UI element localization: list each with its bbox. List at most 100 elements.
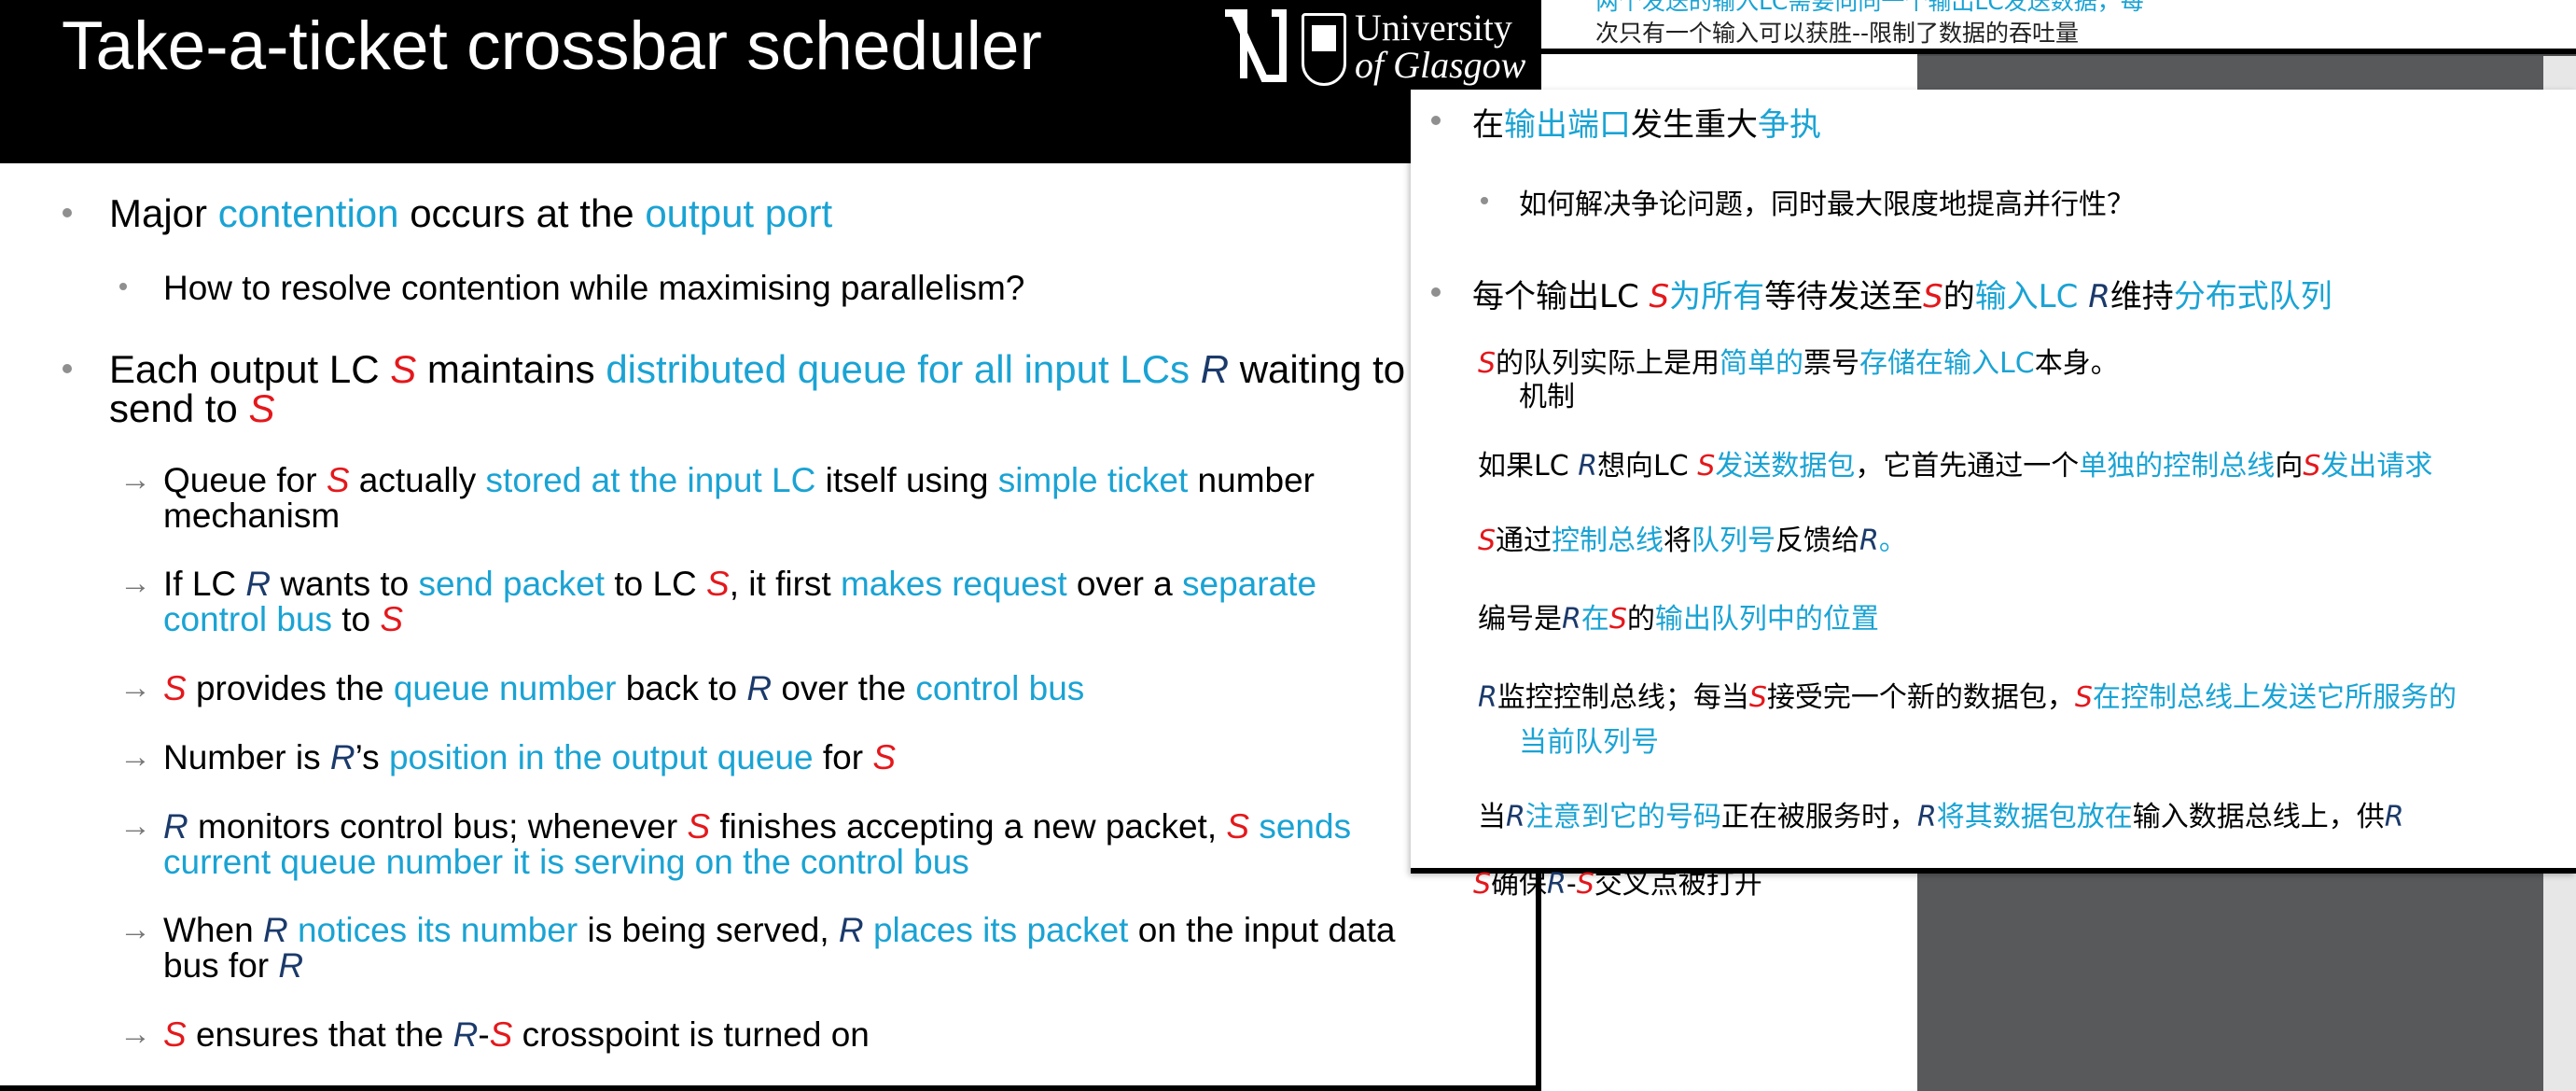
text-run: , it first bbox=[729, 565, 841, 603]
text-run: 想向LC bbox=[1597, 450, 1698, 483]
text-run: 将其数据包放在 bbox=[1936, 801, 2133, 833]
cn-bullet-3-cont: 机制 bbox=[1519, 373, 1575, 414]
text-run: 在 bbox=[1472, 106, 1504, 144]
bullet-s-provides: S provides the queue number back to R ov… bbox=[163, 669, 1084, 708]
var-s: S bbox=[163, 1015, 187, 1054]
text-run: 当 bbox=[1478, 801, 1506, 833]
var-r: R bbox=[453, 1015, 479, 1054]
var-s: S bbox=[687, 807, 711, 846]
text-run: mechanism bbox=[163, 497, 341, 535]
text-run: - bbox=[1566, 868, 1577, 901]
text-run: 交叉点被打开 bbox=[1594, 868, 1762, 901]
var-s: S bbox=[1697, 450, 1716, 483]
logo-mark-icon bbox=[1225, 9, 1287, 82]
var-r: R bbox=[163, 807, 188, 846]
var-s: S bbox=[1748, 681, 1767, 714]
text-run: When bbox=[163, 911, 263, 949]
text-run: 票号 bbox=[1803, 347, 1860, 380]
cn-bullet-4: 如果LC R想向LC S发送数据包，它首先通过一个单独的控制总线向S发出请求 bbox=[1478, 442, 2432, 483]
text-run: 注意到它的号码 bbox=[1525, 801, 1721, 833]
text-run: 的 bbox=[1942, 278, 1975, 315]
text-run: 发送数据包 bbox=[1715, 450, 1856, 483]
text-run: maintains bbox=[416, 347, 606, 391]
var-r: R bbox=[262, 911, 288, 949]
bullet-dot bbox=[63, 364, 72, 373]
text-run: ，它首先通过一个 bbox=[1855, 450, 2080, 483]
text-run: actually bbox=[349, 461, 486, 499]
sub-bullet-dot bbox=[1481, 197, 1488, 204]
text-run: - bbox=[478, 1015, 490, 1054]
var-s: S bbox=[1649, 278, 1670, 315]
text-run: stored at the input LC bbox=[485, 461, 816, 499]
var-s: S bbox=[706, 565, 730, 603]
text-run: ’s bbox=[355, 738, 389, 776]
text-run: 当前队列号 bbox=[1519, 726, 1659, 759]
cn-bullet-1: 如何解决争论问题，同时最大限度地提高并行性？ bbox=[1519, 181, 2135, 222]
text-run: itself using bbox=[815, 461, 998, 499]
text-run: control bus bbox=[163, 600, 332, 638]
text-run: output port bbox=[645, 191, 833, 235]
text-run: 每个输出LC bbox=[1472, 278, 1650, 315]
text-run: 争执 bbox=[1758, 106, 1821, 144]
text-run: contention bbox=[217, 191, 399, 235]
text-run: 如何解决争论问题，同时最大限度地提高并行性？ bbox=[1519, 189, 2135, 221]
bullet-queue-for-s-cont: mechanism bbox=[163, 497, 340, 536]
text-run: bus for bbox=[163, 946, 279, 985]
text-run: 编号是 bbox=[1478, 603, 1562, 636]
text-run: 机制 bbox=[1519, 381, 1575, 413]
text-run: 确保 bbox=[1491, 868, 1548, 901]
text-run: back to bbox=[616, 669, 747, 707]
var-s: S bbox=[390, 347, 417, 391]
var-r: R bbox=[2088, 278, 2110, 315]
text-run: 向 bbox=[2275, 450, 2304, 483]
english-slide: Take-a-ticket crossbar scheduler Univers… bbox=[0, 0, 1541, 1091]
bullet-when-r-notices-cont: bus for R bbox=[163, 946, 303, 986]
bullet-when-r-notices: When R notices its number is being serve… bbox=[163, 911, 1395, 950]
bullet-r-monitors-cont: current queue number it is serving on th… bbox=[163, 843, 969, 882]
arrow-icon: → bbox=[119, 808, 151, 844]
bullet-resolve-contention: How to resolve contention while maximisi… bbox=[163, 269, 1024, 308]
text-run: waiting to bbox=[1229, 347, 1406, 391]
var-s: S bbox=[1608, 603, 1627, 636]
var-s: S bbox=[326, 461, 350, 499]
text-run: 存储在输入LC bbox=[1859, 347, 2035, 380]
text-run: occurs at the bbox=[398, 191, 646, 235]
text-run: queue number bbox=[393, 669, 617, 707]
text-run: separate bbox=[1182, 565, 1317, 603]
text-run: 分布式队列 bbox=[2173, 278, 2332, 315]
translation-popup[interactable]: 在输出端口发生重大争执 如何解决争论问题，同时最大限度地提高并行性？ 每个输出L… bbox=[1411, 90, 2576, 874]
var-s: S bbox=[1923, 278, 1943, 315]
var-r: R bbox=[746, 669, 773, 707]
var-s: S bbox=[380, 600, 404, 638]
text-run: 监控控制总线；每当 bbox=[1497, 681, 1749, 714]
var-s: S bbox=[163, 669, 187, 707]
cn-bullet-7-cont: 当前队列号 bbox=[1519, 719, 1659, 760]
text-run: notices its number bbox=[297, 911, 578, 949]
text-run: 等待发送至 bbox=[1764, 278, 1924, 315]
text-run: makes request bbox=[840, 565, 1067, 603]
var-s: S bbox=[1473, 868, 1492, 901]
text-run: over the bbox=[772, 669, 916, 707]
text-run: monitors control bus; whenever bbox=[188, 807, 688, 846]
text-run: current queue number it is serving on th… bbox=[163, 843, 969, 881]
text-run: 正在被服务时， bbox=[1720, 801, 1917, 833]
text-run: Queue for bbox=[163, 461, 327, 499]
text-run: 的 bbox=[1626, 603, 1655, 636]
text-run: for bbox=[813, 738, 873, 776]
var-r: R bbox=[1200, 347, 1230, 391]
var-r: R bbox=[329, 738, 355, 776]
text-run: ensures that the bbox=[186, 1015, 453, 1054]
text-run bbox=[1190, 347, 1201, 391]
text-run: 控制总线 bbox=[1552, 525, 1664, 557]
text-run: send packet bbox=[418, 565, 606, 603]
text-run: 队列号 bbox=[1692, 525, 1776, 557]
text-run bbox=[864, 911, 873, 949]
bullet-major-contention: Major contention occurs at the output po… bbox=[109, 191, 832, 236]
text-run: to LC bbox=[605, 565, 707, 603]
back-strip-line-2: 次只有一个输入可以获胜--限制了数据的吞吐量 bbox=[1595, 20, 2080, 47]
text-run: 发生重大 bbox=[1631, 106, 1758, 144]
var-s: S bbox=[489, 1015, 513, 1054]
back-translation-strip: 两个发送的输入LC需要向同一个输出LC发送数据，每 次只有一个输入可以获胜--限… bbox=[1506, 0, 2576, 54]
text-run: crosspoint is turned on bbox=[512, 1015, 870, 1054]
text-run: 通过 bbox=[1496, 525, 1553, 557]
